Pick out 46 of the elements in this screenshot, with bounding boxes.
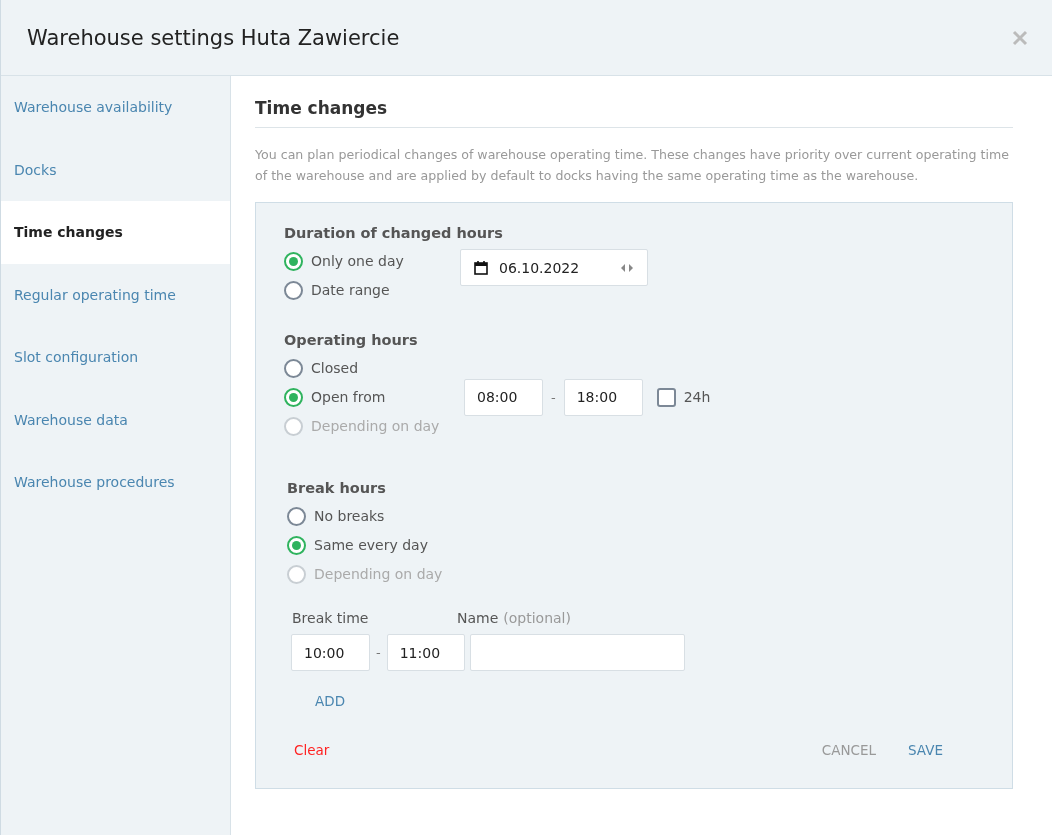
close-button[interactable]	[1012, 29, 1028, 46]
action-button[interactable]: SAVE	[908, 742, 943, 758]
add-button[interactable]: ADD	[315, 693, 346, 709]
radio-option[interactable]: Date range	[284, 278, 446, 302]
field-label: Name	[457, 610, 499, 626]
section-title: Time changes	[255, 98, 1013, 128]
sidebar-item[interactable]: Docks	[1, 138, 230, 201]
radio-option[interactable]: No breaks	[287, 504, 449, 528]
radio-option[interactable]: Open from	[284, 385, 446, 409]
field-hint: (optional)	[503, 610, 571, 626]
radio-option[interactable]: Closed	[284, 356, 446, 380]
window-title: Warehouse settings Huta Zawiercie	[27, 25, 400, 50]
range-separator: -	[376, 645, 381, 660]
clear-button[interactable]: Clear	[294, 742, 330, 758]
name-field[interactable]	[469, 634, 685, 671]
radio-icon	[284, 251, 303, 271]
radio-icon	[287, 564, 306, 584]
time-field[interactable]: 10:00	[291, 634, 370, 671]
section-description: You can plan periodical changes of warehouse operating time. These changes have priority over current operating time of the warehouse and are applied by default to docks having the same operating time as the warehouse.	[255, 146, 1010, 185]
date-field[interactable]: 06.10.2022	[460, 249, 648, 286]
radio-icon	[287, 535, 306, 555]
radio-icon	[284, 416, 303, 436]
radio-icon	[284, 358, 303, 378]
stepper-arrows-icon	[619, 262, 635, 273]
radio-icon	[284, 387, 303, 407]
sidebar-item[interactable]: Warehouse procedures	[1, 451, 230, 514]
calendar-icon	[473, 259, 489, 276]
time-field[interactable]: 18:00	[563, 378, 643, 416]
radio-icon	[284, 280, 303, 300]
group-title: Operating hours	[284, 332, 419, 348]
sidebar-item[interactable]: Warehouse availability	[1, 76, 230, 139]
field-label: Break time	[292, 610, 370, 626]
radio-option[interactable]: Same every day	[287, 533, 449, 557]
sidebar-item[interactable]: Regular operating time	[1, 263, 230, 326]
range-separator: -	[551, 389, 556, 405]
group-title: Duration of changed hours	[284, 225, 504, 241]
checkbox-option[interactable]: 24h	[656, 385, 711, 409]
time-field[interactable]: 08:00	[464, 378, 543, 416]
close-icon	[1012, 29, 1028, 46]
sidebar-item[interactable]: Slot configuration	[1, 326, 230, 389]
radio-icon	[287, 506, 306, 526]
radio-option[interactable]: Only one day	[284, 249, 446, 273]
sidebar-item[interactable]: Time changes	[1, 201, 230, 264]
time-field[interactable]: 11:00	[386, 634, 465, 671]
sidebar-item[interactable]: Warehouse data	[1, 388, 230, 451]
group-title: Break hours	[287, 480, 387, 496]
